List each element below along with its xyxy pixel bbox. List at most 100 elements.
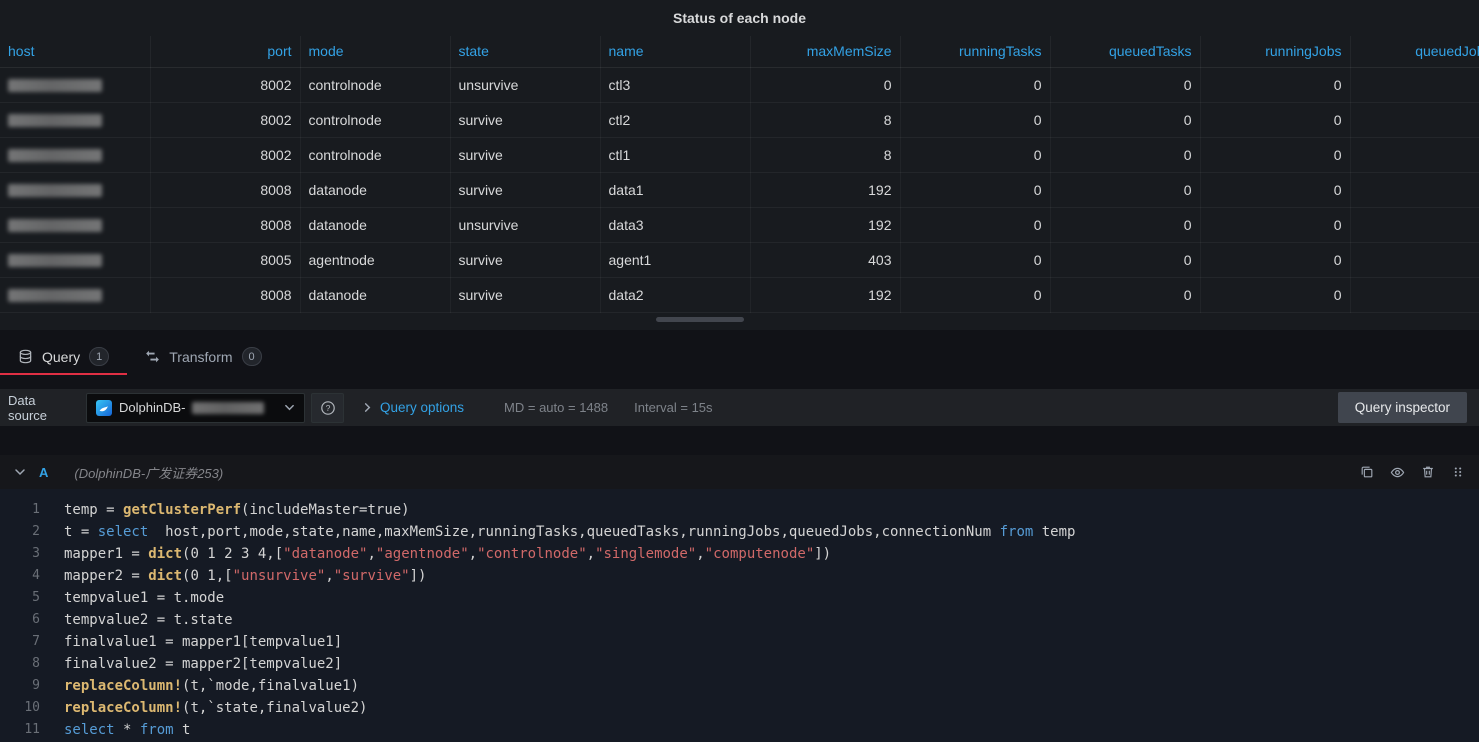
table-row: 8002controlnodeunsurvivectl30000 — [0, 67, 1479, 102]
code-line-6[interactable]: 6tempvalue2 = t.state — [0, 609, 1479, 631]
code-line-10[interactable]: 10replaceColumn!(t,`state,finalvalue2) — [0, 697, 1479, 719]
cell-mode: datanode — [300, 277, 450, 312]
datasource-picker[interactable]: DolphinDB- — [86, 393, 305, 423]
code-line-1[interactable]: 1temp = getClusterPerf(includeMaster=tru… — [0, 499, 1479, 521]
cell-port: 8008 — [150, 277, 300, 312]
table-row: 8008datanodeunsurvivedata3192000 — [0, 207, 1479, 242]
tab-transform[interactable]: Transform 0 — [127, 338, 279, 375]
table-header-row: hostportmodestatenamemaxMemSizerunningTa… — [0, 36, 1479, 67]
code-line-7[interactable]: 7finalvalue1 = mapper1[tempvalue1] — [0, 631, 1479, 653]
code-text: mapper1 = dict(0 1 2 3 4,["datanode","ag… — [64, 543, 831, 565]
host-cell — [0, 172, 150, 207]
cell-mode: datanode — [300, 172, 450, 207]
cell-maxMemSize: 8 — [750, 137, 900, 172]
chevron-down-icon — [284, 402, 295, 413]
code-text: replaceColumn!(t,`mode,finalvalue1) — [64, 675, 359, 697]
column-header-maxMemSize[interactable]: maxMemSize — [750, 36, 900, 67]
redacted-host-value — [8, 219, 102, 232]
query-row-a: A (DolphinDB-广发证券253) — [0, 455, 1479, 742]
cell-runningJobs: 0 — [1200, 277, 1350, 312]
cell-queuedTasks: 0 — [1050, 207, 1200, 242]
query-row-header[interactable]: A (DolphinDB-广发证券253) — [0, 455, 1479, 489]
query-ref-id: A — [39, 465, 48, 480]
code-line-8[interactable]: 8finalvalue2 = mapper2[tempvalue2] — [0, 653, 1479, 675]
dolphindb-logo-icon — [96, 400, 112, 416]
line-number: 10 — [0, 697, 64, 719]
redacted-host-value — [8, 79, 102, 92]
duplicate-query-button[interactable] — [1360, 465, 1374, 479]
table-scrollbar-thumb[interactable] — [656, 317, 744, 322]
grafana-query-editor: Status of each node hostportmodestatenam… — [0, 0, 1479, 742]
code-line-3[interactable]: 3mapper1 = dict(0 1 2 3 4,["datanode","a… — [0, 543, 1479, 565]
column-header-port[interactable]: port — [150, 36, 300, 67]
host-cell — [0, 137, 150, 172]
line-number: 11 — [0, 719, 64, 741]
code-editor[interactable]: 1temp = getClusterPerf(includeMaster=tru… — [0, 489, 1479, 742]
column-header-host[interactable]: host — [0, 36, 150, 67]
transform-count-badge: 0 — [242, 347, 262, 366]
cell-name: data1 — [600, 172, 750, 207]
cell-runningJobs: 0 — [1200, 172, 1350, 207]
drag-handle-icon[interactable] — [1451, 465, 1465, 479]
code-line-2[interactable]: 2t = select host,port,mode,state,name,ma… — [0, 521, 1479, 543]
cell-queuedJobs — [1350, 172, 1479, 207]
delete-query-button[interactable] — [1421, 465, 1435, 479]
redacted-datasource-name — [192, 402, 264, 414]
cell-state: survive — [450, 172, 600, 207]
query-options-toggle[interactable]: Query options — [380, 400, 464, 415]
cell-maxMemSize: 192 — [750, 172, 900, 207]
code-line-9[interactable]: 9replaceColumn!(t,`mode,finalvalue1) — [0, 675, 1479, 697]
cell-name: ctl1 — [600, 137, 750, 172]
column-header-name[interactable]: name — [600, 36, 750, 67]
cell-queuedTasks: 0 — [1050, 102, 1200, 137]
line-number: 4 — [0, 565, 64, 587]
cell-runningJobs: 0 — [1200, 137, 1350, 172]
column-header-queuedTasks[interactable]: queuedTasks — [1050, 36, 1200, 67]
code-text: finalvalue2 = mapper2[tempvalue2] — [64, 653, 342, 675]
datasource-help-button[interactable]: ? — [311, 393, 344, 423]
transform-icon — [145, 349, 160, 364]
redacted-host-value — [8, 289, 102, 302]
line-number: 7 — [0, 631, 64, 653]
code-text: t = select host,port,mode,state,name,max… — [64, 521, 1075, 543]
table-row: 8002controlnodesurvivectl18000 — [0, 137, 1479, 172]
line-number: 9 — [0, 675, 64, 697]
line-number: 3 — [0, 543, 64, 565]
tab-transform-label: Transform — [169, 349, 232, 365]
code-line-4[interactable]: 4mapper2 = dict(0 1,["unsurvive","surviv… — [0, 565, 1479, 587]
cell-queuedJobs — [1350, 67, 1479, 102]
hide-query-button[interactable] — [1390, 465, 1405, 480]
cell-name: data3 — [600, 207, 750, 242]
panel-title[interactable]: Status of each node — [0, 0, 1479, 36]
cell-queuedJobs — [1350, 242, 1479, 277]
host-cell — [0, 102, 150, 137]
code-line-11[interactable]: 11select * from t — [0, 719, 1479, 741]
cell-state: survive — [450, 277, 600, 312]
code-text: replaceColumn!(t,`state,finalvalue2) — [64, 697, 367, 719]
line-number: 2 — [0, 521, 64, 543]
query-datasource-note: (DolphinDB-广发证券253) — [74, 463, 223, 482]
redacted-host-value — [8, 254, 102, 267]
column-header-queuedJobs[interactable]: queuedJobs — [1350, 36, 1479, 67]
query-actions — [1360, 465, 1465, 480]
cell-port: 8002 — [150, 102, 300, 137]
cell-port: 8008 — [150, 172, 300, 207]
tab-query[interactable]: Query 1 — [0, 338, 127, 375]
interval-text: Interval = 15s — [634, 400, 712, 415]
column-header-mode[interactable]: mode — [300, 36, 450, 67]
column-header-runningJobs[interactable]: runningJobs — [1200, 36, 1350, 67]
table-panel: Status of each node hostportmodestatenam… — [0, 0, 1479, 330]
column-header-state[interactable]: state — [450, 36, 600, 67]
redacted-host-value — [8, 114, 102, 127]
host-cell — [0, 67, 150, 102]
cell-mode: controlnode — [300, 137, 450, 172]
code-line-5[interactable]: 5tempvalue1 = t.mode — [0, 587, 1479, 609]
cell-runningTasks: 0 — [900, 277, 1050, 312]
cell-mode: controlnode — [300, 102, 450, 137]
query-count-badge: 1 — [89, 347, 109, 366]
cell-queuedTasks: 0 — [1050, 137, 1200, 172]
column-header-runningTasks[interactable]: runningTasks — [900, 36, 1050, 67]
cell-queuedTasks: 0 — [1050, 242, 1200, 277]
collapse-chevron-icon[interactable] — [14, 466, 26, 478]
query-inspector-button[interactable]: Query inspector — [1338, 392, 1467, 423]
